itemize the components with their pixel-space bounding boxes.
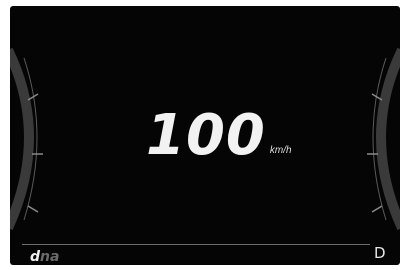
dna-logo-na: na <box>40 249 60 265</box>
dna-drive-mode-logo: dna <box>30 250 59 264</box>
speed-unit: km/h <box>269 145 292 156</box>
right-dial-tick <box>371 205 383 213</box>
speed-value: 100 <box>146 103 266 168</box>
left-dial <box>10 47 43 231</box>
right-dial <box>367 47 400 231</box>
instrument-cluster-display: 100 km/h dna D <box>10 6 400 265</box>
status-divider-line <box>22 244 370 245</box>
dna-logo-d: d <box>30 249 41 265</box>
left-dial-tick <box>27 205 39 213</box>
speed-readout: 100 km/h <box>146 106 292 164</box>
gear-indicator: D <box>374 244 386 262</box>
